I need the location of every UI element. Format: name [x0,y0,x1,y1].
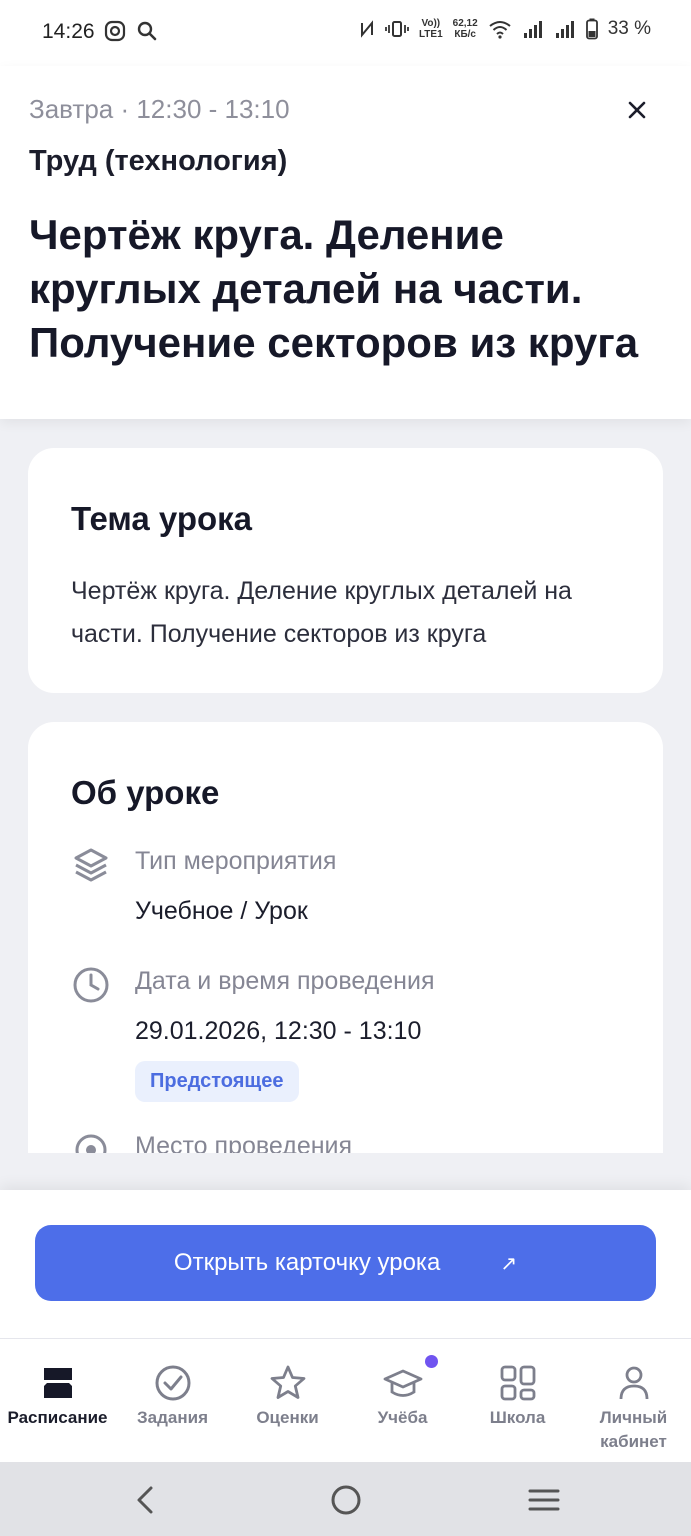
page-title: Чертёж круга. Деление круглых деталей на… [29,211,639,366]
signal-icon [523,21,542,38]
back-icon[interactable] [126,1480,166,1520]
graduation-cap-icon [383,1369,422,1397]
nfc-icon [360,20,373,38]
notification-dot [425,1355,438,1368]
status-time: 14:26 [42,20,95,43]
recents-icon[interactable] [524,1480,564,1520]
info-label: Тип мероприятия [135,847,337,875]
nav-item-tasks[interactable]: Задания [115,1339,230,1463]
info-value: Учебное / Урок [135,897,308,925]
bottom-nav: Расписание Задания Оценки Учёба Школа Ли… [0,1338,691,1463]
wifi-icon [489,21,511,39]
nav-label: Оценки [256,1408,319,1427]
nav-item-school[interactable]: Школа [460,1339,575,1463]
about-card: Об уроке Тип мероприятия Учебное / Урок … [28,722,663,1153]
vibrate-icon [385,21,409,37]
info-value: 29.01.2026, 12:30 - 13:10 [135,1017,422,1045]
nav-label: Школа [489,1408,546,1427]
topic-card: Тема урока Чертёж круга. Деление круглых… [28,448,663,693]
battery-icon [585,18,598,40]
info-label: Дата и время проведения [135,967,435,995]
check-circle-icon [155,1365,190,1401]
open-lesson-card-button[interactable]: Открыть карточку урока ↗ [35,1225,656,1301]
battery-percent: 33 % [607,18,651,39]
nav-item-profile[interactable]: Личный кабинет [576,1339,691,1463]
camera-app-icon [104,20,126,42]
star-icon [270,1365,305,1399]
nav-label: Задания [137,1408,208,1427]
open-lesson-card-label: Открыть карточку урока [173,1249,441,1276]
schedule-icon [43,1368,72,1398]
topic-text: Чертёж круга. Деление круглых деталей на… [71,577,572,648]
person-icon [619,1366,648,1400]
status-bar: 14:26 Vo)) LTE1 62,12 КБ/с 33 % [0,0,691,66]
lesson-when: Завтра · 12:30 - 13:10 [29,94,290,124]
network-speed: 62,12 КБ/с [452,18,478,40]
nav-label: Учёба [377,1408,428,1427]
nav-item-schedule[interactable]: Расписание [0,1339,115,1463]
info-label: Место проведения [135,1132,353,1153]
nav-label: Расписание [7,1408,108,1427]
location-icon [75,1134,107,1153]
search-icon [137,21,157,41]
volte-indicator: Vo)) LTE1 [418,18,443,40]
layers-icon [74,848,108,882]
grid-icon [500,1365,535,1401]
close-button[interactable] [620,93,654,127]
nav-label: Личный кабинет [599,1408,668,1451]
signal-icon-2 [555,21,574,38]
home-icon[interactable] [326,1480,366,1520]
lesson-subject: Труд (технология) [29,145,288,177]
nav-item-study[interactable]: Учёба [345,1339,460,1463]
clock-icon [73,967,109,1003]
nav-item-grades[interactable]: Оценки [230,1339,345,1463]
status-badge: Предстоящее [135,1061,299,1102]
action-bar: Открыть карточку урока ↗ [0,1190,691,1338]
about-card-title: Об уроке [71,774,220,811]
close-icon [628,101,646,119]
external-link-icon: ↗ [500,1252,518,1275]
system-nav-bar [0,1462,691,1536]
topic-card-title: Тема урока [71,500,253,537]
